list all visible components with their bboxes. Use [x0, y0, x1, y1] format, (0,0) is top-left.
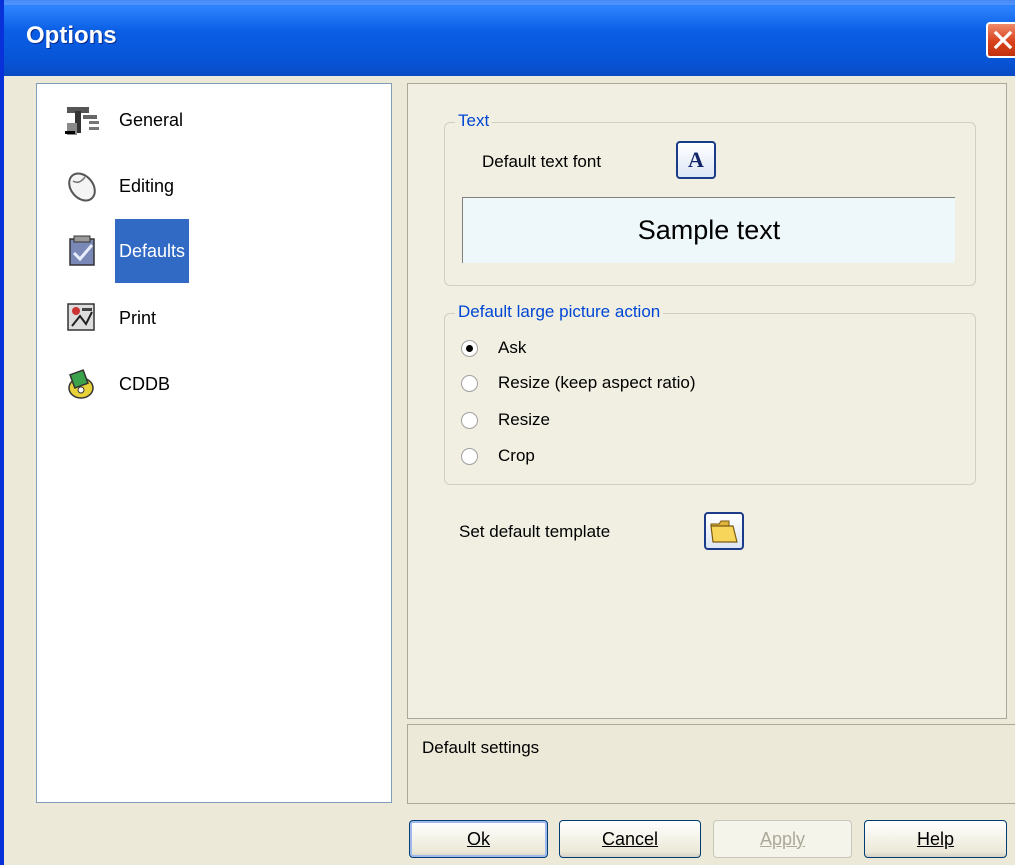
radio-label: Crop [498, 446, 535, 465]
ok-label: Ok [466, 828, 490, 849]
template-folder-button[interactable] [704, 512, 744, 550]
radio-resize-keep-aspect[interactable]: Resize (keep aspect ratio) [461, 368, 695, 398]
cd-database-icon [61, 363, 103, 405]
group-title: Text [455, 111, 493, 131]
radio-button[interactable] [461, 411, 478, 429]
folder-icon [710, 520, 738, 543]
nav-item-cddb[interactable]: CDDB [51, 352, 381, 416]
radio-crop[interactable]: Crop [461, 441, 535, 471]
apply-button[interactable]: Apply [713, 820, 852, 858]
nav-item-print[interactable]: Print [51, 286, 381, 350]
cancel-button[interactable]: Cancel [559, 820, 701, 858]
print-preview-icon [61, 297, 103, 339]
close-icon [993, 30, 1013, 50]
cancel-label: Cancel [601, 828, 659, 849]
checklist-icon [61, 230, 103, 272]
help-label: Help [916, 828, 955, 849]
default-font-label: Default text font [482, 152, 602, 171]
nav-item-label: Print [119, 308, 157, 328]
nav-item-editing[interactable]: Editing [51, 154, 381, 218]
nav-item-label: CDDB [119, 374, 171, 394]
help-button[interactable]: Help [864, 820, 1007, 858]
radio-label: Resize [498, 410, 550, 429]
nav-item-label: Editing [119, 176, 175, 196]
window-title: Options [26, 22, 117, 49]
radio-button[interactable] [461, 447, 478, 465]
category-list: General Editing Defaults Print CDDB [36, 83, 392, 803]
radio-ask[interactable]: Ask [461, 333, 526, 363]
options-dialog: Options General Editing Defaults Print C… [0, 0, 1015, 865]
font-icon: A [688, 147, 704, 172]
description-text: Default settings [422, 738, 540, 757]
font-button[interactable]: A [676, 141, 716, 179]
ok-button[interactable]: Ok [409, 820, 548, 858]
radio-label: Resize (keep aspect ratio) [498, 373, 696, 392]
mouse-icon [61, 165, 103, 207]
radio-button[interactable] [461, 374, 478, 392]
nav-item-general[interactable]: General [51, 88, 381, 152]
apply-label: Apply [759, 828, 806, 849]
nav-item-label: Defaults [115, 219, 190, 283]
radio-button[interactable] [461, 339, 478, 357]
default-template-label: Set default template [459, 522, 611, 541]
group-title: Default large picture action [455, 302, 664, 322]
nav-item-defaults[interactable]: Defaults [51, 219, 381, 283]
title-bar[interactable]: Options [4, 0, 1015, 76]
close-button[interactable] [986, 22, 1015, 58]
radio-label: Ask [498, 338, 527, 357]
tools-icon [61, 99, 103, 141]
sample-text-preview: Sample text [462, 197, 955, 263]
nav-item-label: General [119, 110, 184, 130]
sample-text: Sample text [637, 215, 781, 245]
description-panel: Default settings [407, 724, 1015, 804]
radio-resize[interactable]: Resize [461, 405, 550, 435]
